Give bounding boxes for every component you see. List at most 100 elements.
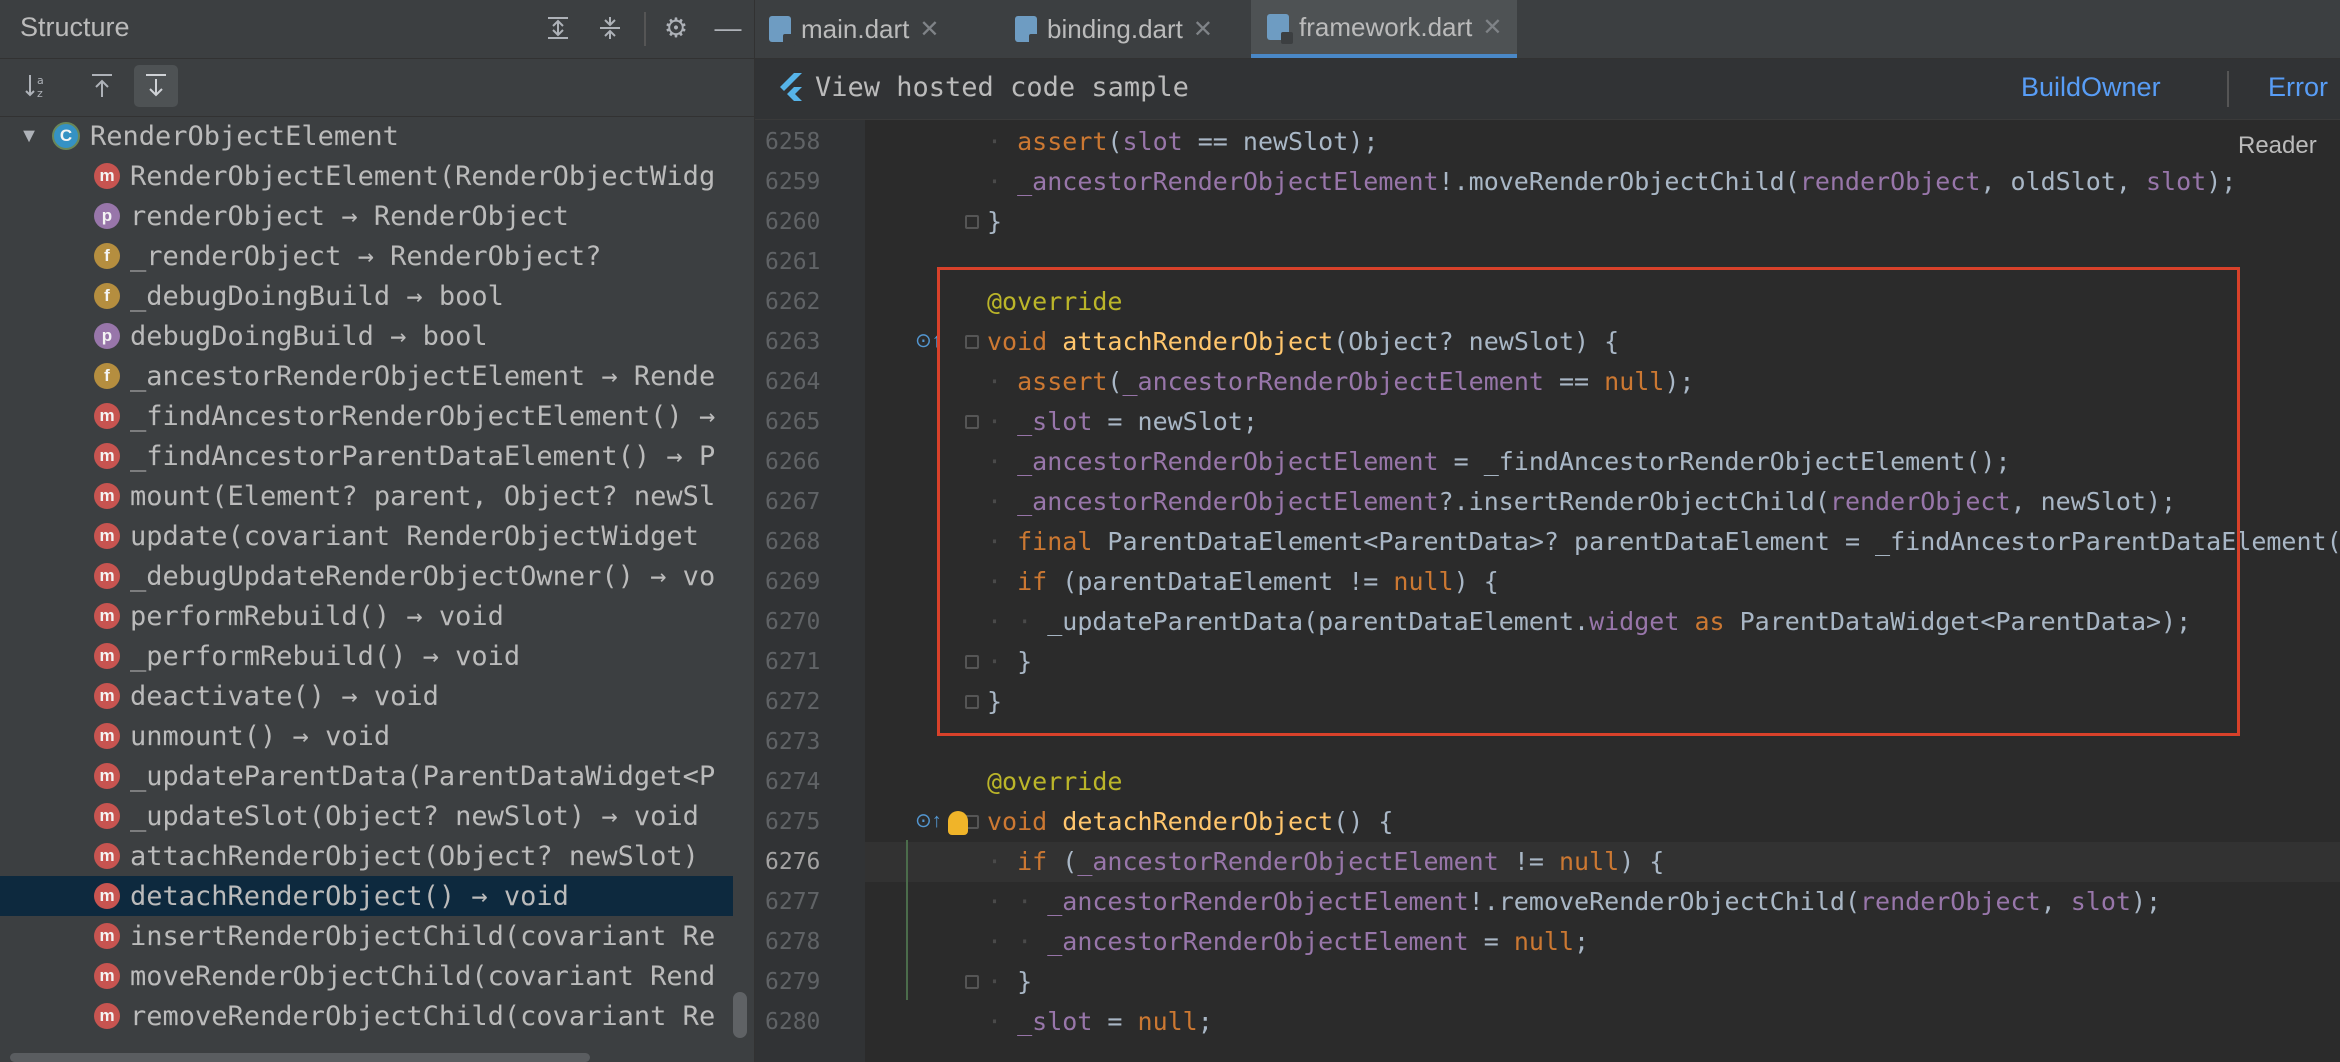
banner-separator — [2227, 71, 2229, 107]
line-number: 6259 — [765, 169, 821, 195]
line-number: 6276 — [765, 849, 821, 875]
tree-item[interactable]: m moveRenderObjectChild(covariant Rend — [0, 956, 733, 996]
tree-item[interactable]: m update(covariant RenderObjectWidget — [0, 516, 733, 556]
tree-item[interactable]: m performRebuild() → void — [0, 596, 733, 636]
svg-text:z: z — [37, 87, 43, 100]
tree-scrollbar[interactable] — [733, 992, 747, 1038]
method-icon: m — [94, 443, 120, 469]
tree-item-label: mount(Element? parent, Object? newSl — [130, 480, 716, 512]
tab-binding-dart[interactable]: binding.dart ✕ — [1001, 0, 1231, 58]
tree-item-label: deactivate() → void — [130, 680, 439, 712]
method-icon: m — [94, 1003, 120, 1029]
view-code-sample-link[interactable]: View hosted code sample — [815, 72, 1189, 103]
line-number: 6275 — [765, 809, 821, 835]
tree-item[interactable]: m unmount() → void — [0, 716, 733, 756]
code-line[interactable]: ⋅ _ancestorRenderObjectElement!.moveRend… — [865, 162, 2340, 202]
tree-item[interactable]: m detachRenderObject() → void — [0, 876, 733, 916]
code-line[interactable]: @override — [865, 762, 2340, 802]
tree-item-label: _debugDoingBuild → bool — [130, 280, 504, 312]
tree-item[interactable]: p debugDoingBuild → bool — [0, 316, 733, 356]
method-icon: m — [94, 843, 120, 869]
flutter-icon — [780, 73, 802, 101]
method-icon: m — [94, 723, 120, 749]
tree-item[interactable]: m _updateSlot(Object? newSlot) → void — [0, 796, 733, 836]
tree-item-label: unmount() → void — [130, 720, 391, 752]
navigate-down-icon[interactable] — [134, 65, 178, 107]
line-number: 6280 — [765, 1009, 821, 1035]
tree-item[interactable]: m _performRebuild() → void — [0, 636, 733, 676]
field-icon: f — [94, 363, 120, 389]
tree-item[interactable]: m RenderObjectElement(RenderObjectWidg — [0, 156, 733, 196]
code-line[interactable]: ⋅ assert(slot == newSlot); — [865, 122, 2340, 162]
tree-item[interactable]: m _debugUpdateRenderObjectOwner() → vo — [0, 556, 733, 596]
tree-item-label: renderObject → RenderObject — [130, 200, 569, 232]
tree-item[interactable]: m attachRenderObject(Object? newSlot) — [0, 836, 733, 876]
tab-framework-dart[interactable]: framework.dart ✕ — [1251, 0, 1517, 58]
class-icon: C — [52, 122, 80, 150]
line-number: 6279 — [765, 969, 821, 995]
sort-alpha-icon[interactable]: az — [16, 65, 60, 107]
tree-item[interactable]: m _updateParentData(ParentDataWidget<P — [0, 756, 733, 796]
tree-item[interactable]: f _debugDoingBuild → bool — [0, 276, 733, 316]
tree-item-label: attachRenderObject(Object? newSlot) — [130, 840, 699, 872]
tree-item[interactable]: f _ancestorRenderObjectElement → Rende — [0, 356, 733, 396]
code-line[interactable]: ⋅ if (_ancestorRenderObjectElement != nu… — [865, 842, 2340, 882]
tree-item-label: moveRenderObjectChild(covariant Rend — [130, 960, 716, 992]
tree-item-label: debugDoingBuild → bool — [130, 320, 488, 352]
line-number: 6273 — [765, 729, 821, 755]
chevron-down-icon[interactable]: ▼ — [12, 125, 46, 148]
line-number: 6271 — [765, 649, 821, 675]
tree-item-label: insertRenderObjectChild(covariant Re — [130, 920, 716, 952]
code-line[interactable]: ⋅ ⋅ _ancestorRenderObjectElement = null; — [865, 922, 2340, 962]
tree-item[interactable]: m _findAncestorRenderObjectElement() → — [0, 396, 733, 436]
tree-item[interactable]: m deactivate() → void — [0, 676, 733, 716]
close-icon[interactable]: ✕ — [1193, 15, 1213, 44]
method-icon: m — [94, 803, 120, 829]
line-number: 6264 — [765, 369, 821, 395]
header-separator — [644, 12, 646, 46]
reader-mode-toggle[interactable]: Reader — [2238, 132, 2317, 160]
close-icon[interactable]: ✕ — [919, 15, 939, 44]
line-number: 6277 — [765, 889, 821, 915]
tab-label: binding.dart — [1047, 13, 1183, 44]
tree-item[interactable]: m mount(Element? parent, Object? newSl — [0, 476, 733, 516]
code-line[interactable]: ⋅ ⋅ _ancestorRenderObjectElement!.remove… — [865, 882, 2340, 922]
line-number: 6272 — [765, 689, 821, 715]
tree-item[interactable]: m insertRenderObjectChild(covariant Re — [0, 916, 733, 956]
line-number: 6278 — [765, 929, 821, 955]
minimize-icon[interactable]: — — [710, 10, 746, 46]
horizontal-scrollbar[interactable] — [10, 1053, 590, 1062]
line-number: 6270 — [765, 609, 821, 635]
method-icon: m — [94, 963, 120, 989]
structure-title: Structure — [20, 12, 130, 42]
code-line[interactable]: } — [865, 202, 2340, 242]
method-icon: m — [94, 923, 120, 949]
breadcrumb-error[interactable]: Error — [2268, 72, 2328, 103]
navigate-up-icon[interactable] — [80, 65, 124, 107]
tree-root-label: RenderObjectElement — [90, 120, 399, 152]
method-icon: m — [94, 483, 120, 509]
tree-item[interactable]: m _findAncestorParentDataElement() → P — [0, 436, 733, 476]
dart-file-icon — [1267, 14, 1293, 44]
tree-root-row[interactable]: ▼ C RenderObjectElement — [0, 116, 733, 156]
tab-main-dart[interactable]: main.dart ✕ — [755, 0, 958, 58]
breadcrumb-buildowner[interactable]: BuildOwner — [2021, 72, 2161, 103]
collapse-all-icon[interactable] — [592, 10, 628, 46]
line-number: 6258 — [765, 129, 821, 155]
tree-item[interactable]: m removeRenderObjectChild(covariant Re — [0, 996, 733, 1036]
tree-item-label: _updateSlot(Object? newSlot) → void — [130, 800, 699, 832]
method-icon: m — [94, 603, 120, 629]
close-icon[interactable]: ✕ — [1482, 13, 1502, 42]
lightbulb-icon[interactable] — [948, 811, 968, 835]
gear-icon[interactable]: ⚙ — [658, 10, 694, 46]
code-text: ⋅ ⋅ _ancestorRenderObjectElement!.remove… — [987, 887, 2162, 916]
tree-item-label: _findAncestorParentDataElement() → P — [130, 440, 716, 472]
tree-item[interactable]: f _renderObject → RenderObject? — [0, 236, 733, 276]
code-line[interactable]: ⋅ } — [865, 962, 2340, 1002]
code-line[interactable]: void detachRenderObject() { — [865, 802, 2340, 842]
tree-item[interactable]: p renderObject → RenderObject — [0, 196, 733, 236]
code-line[interactable]: ⋅ _slot = null; — [865, 1002, 2340, 1042]
property-icon: p — [94, 323, 120, 349]
property-icon: p — [94, 203, 120, 229]
expand-all-icon[interactable] — [540, 10, 576, 46]
